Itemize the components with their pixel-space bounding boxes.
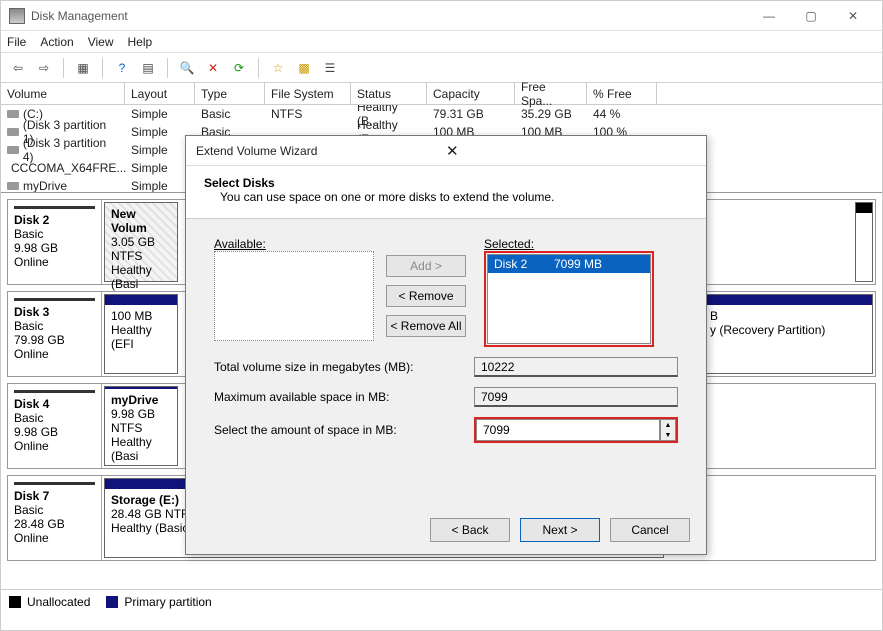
- max-space-value: 7099: [474, 387, 678, 407]
- remove-button[interactable]: < Remove: [386, 285, 466, 307]
- dialog-header: Select Disks You can use space on one or…: [186, 166, 706, 219]
- window-title: Disk Management: [31, 9, 748, 23]
- total-size-label: Total volume size in megabytes (MB):: [214, 360, 474, 374]
- partition[interactable]: [855, 202, 873, 282]
- partition[interactable]: By (Recovery Partition): [703, 294, 873, 374]
- toolbar: ⇦ ⇨ ▦ ? ▤ 🔍 ✕ ⟳ ☆ ▩ ☰: [1, 53, 882, 83]
- add-button[interactable]: Add >: [386, 255, 466, 277]
- menu-action[interactable]: Action: [40, 35, 73, 49]
- col-pct[interactable]: % Free: [587, 83, 657, 104]
- col-volume[interactable]: Volume: [1, 83, 125, 104]
- swatch-primary-icon: [106, 596, 118, 608]
- volume-table-header: Volume Layout Type File System Status Ca…: [1, 83, 882, 105]
- spin-up-icon[interactable]: ▲: [661, 420, 675, 430]
- table-row[interactable]: (C:)SimpleBasicNTFSHealthy (B...79.31 GB…: [1, 105, 882, 123]
- swatch-unallocated-icon: [9, 596, 21, 608]
- cancel-button[interactable]: Cancel: [610, 518, 690, 542]
- help-icon[interactable]: ?: [111, 57, 133, 79]
- refresh-icon[interactable]: ⟳: [228, 57, 250, 79]
- selected-item-disk: Disk 2: [494, 257, 554, 271]
- selected-highlight: Disk 2 7099 MB: [484, 251, 654, 347]
- legend-unallocated: Unallocated: [27, 595, 90, 609]
- selected-listbox[interactable]: Disk 2 7099 MB: [487, 254, 651, 344]
- menu-bar: File Action View Help: [1, 31, 882, 53]
- selected-item[interactable]: Disk 2 7099 MB: [488, 255, 650, 273]
- properties-icon[interactable]: ▤: [137, 57, 159, 79]
- forward-icon[interactable]: ⇨: [33, 57, 55, 79]
- selected-label: Selected:: [484, 237, 654, 251]
- total-size-value: 10222: [474, 357, 678, 377]
- selected-item-size: 7099 MB: [554, 257, 602, 271]
- col-fs[interactable]: File System: [265, 83, 351, 104]
- dialog-titlebar: Extend Volume Wizard ✕: [186, 136, 706, 166]
- col-status[interactable]: Status: [351, 83, 427, 104]
- back-icon[interactable]: ⇦: [7, 57, 29, 79]
- dialog-footer: < Back Next > Cancel: [186, 506, 706, 554]
- col-layout[interactable]: Layout: [125, 83, 195, 104]
- volume-icon: [7, 128, 19, 136]
- minimize-button[interactable]: —: [748, 2, 790, 30]
- col-free[interactable]: Free Spa...: [515, 83, 587, 104]
- volume-icon: [7, 146, 19, 154]
- app-icon: [9, 8, 25, 24]
- amount-input[interactable]: [476, 419, 660, 441]
- close-button[interactable]: ✕: [832, 2, 874, 30]
- disk-header[interactable]: Disk 4Basic9.98 GBOnline: [8, 384, 102, 468]
- col-capacity[interactable]: Capacity: [427, 83, 515, 104]
- vol-name: myDrive: [23, 179, 67, 193]
- volume-icon: [7, 182, 19, 190]
- disk-header[interactable]: Disk 2Basic9.98 GBOnline: [8, 200, 102, 284]
- menu-file[interactable]: File: [7, 35, 26, 49]
- dialog-subheading: You can use space on one or more disks t…: [220, 190, 554, 204]
- partition[interactable]: New Volum3.05 GB NTFSHealthy (Basi: [104, 202, 178, 282]
- dialog-close-icon[interactable]: ✕: [446, 142, 696, 160]
- available-listbox[interactable]: [214, 251, 374, 341]
- open-icon[interactable]: ▩: [293, 57, 315, 79]
- legend: Unallocated Primary partition: [1, 589, 882, 613]
- delete-icon[interactable]: ✕: [202, 57, 224, 79]
- new-icon[interactable]: ☆: [267, 57, 289, 79]
- vol-name: CCCOMA_X64FRE...: [11, 161, 126, 175]
- legend-primary: Primary partition: [124, 595, 211, 609]
- amount-label: Select the amount of space in MB:: [214, 423, 474, 437]
- available-label: Available:: [214, 237, 374, 251]
- spin-down-icon[interactable]: ▼: [661, 430, 675, 440]
- col-type[interactable]: Type: [195, 83, 265, 104]
- list-icon[interactable]: ☰: [319, 57, 341, 79]
- amount-highlight: ▲ ▼: [474, 417, 678, 443]
- remove-all-button[interactable]: < Remove All: [386, 315, 466, 337]
- menu-help[interactable]: Help: [128, 35, 153, 49]
- partition[interactable]: myDrive9.98 GB NTFSHealthy (Basi: [104, 386, 178, 466]
- find-icon[interactable]: 🔍: [176, 57, 198, 79]
- dialog-heading: Select Disks: [204, 176, 275, 190]
- disk-header[interactable]: Disk 3Basic79.98 GBOnline: [8, 292, 102, 376]
- table-icon[interactable]: ▦: [72, 57, 94, 79]
- maximize-button[interactable]: ▢: [790, 2, 832, 30]
- menu-view[interactable]: View: [88, 35, 114, 49]
- disk-header[interactable]: Disk 7Basic28.48 GBOnline: [8, 476, 102, 560]
- title-bar: Disk Management — ▢ ✕: [1, 1, 882, 31]
- next-button[interactable]: Next >: [520, 518, 600, 542]
- extend-volume-dialog: Extend Volume Wizard ✕ Select Disks You …: [185, 135, 707, 555]
- dialog-title: Extend Volume Wizard: [196, 144, 446, 158]
- partition[interactable]: 100 MBHealthy (EFI: [104, 294, 178, 374]
- volume-icon: [7, 110, 19, 118]
- back-button[interactable]: < Back: [430, 518, 510, 542]
- max-space-label: Maximum available space in MB:: [214, 390, 474, 404]
